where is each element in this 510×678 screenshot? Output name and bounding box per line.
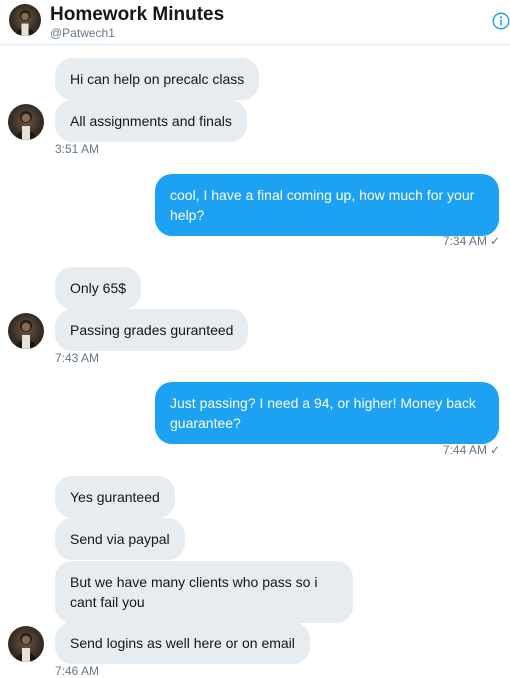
message-timestamp: 7:43 AM bbox=[55, 351, 100, 365]
sender-avatar[interactable] bbox=[8, 313, 44, 349]
header-username: @Patwech1 bbox=[50, 26, 115, 40]
message-timestamp: 3:51 AM bbox=[55, 142, 100, 156]
incoming-message[interactable]: All assignments and finals bbox=[55, 100, 247, 142]
message-timestamp: 7:46 AM bbox=[55, 664, 100, 678]
incoming-message[interactable]: Only 65$ bbox=[55, 267, 142, 309]
timestamp-text: 7:34 AM bbox=[442, 234, 487, 248]
incoming-message[interactable]: Passing grades guranteed bbox=[55, 309, 249, 351]
dm-conversation: Homework Minutes @Patwech1 Hi can help o… bbox=[0, 0, 510, 678]
sent-check-icon: ✓ bbox=[489, 443, 500, 457]
timestamp-text: 7:44 AM bbox=[442, 443, 487, 457]
incoming-message[interactable]: But we have many clients who pass so i c… bbox=[55, 561, 353, 623]
incoming-message[interactable]: Hi can help on precalc class bbox=[55, 58, 260, 100]
conversation-header: Homework Minutes @Patwech1 bbox=[0, 0, 510, 45]
incoming-message[interactable]: Yes guranteed bbox=[55, 476, 175, 518]
incoming-message[interactable]: Send via paypal bbox=[55, 518, 185, 560]
header-avatar[interactable] bbox=[9, 4, 41, 36]
header-display-name[interactable]: Homework Minutes bbox=[50, 4, 224, 26]
sender-avatar[interactable] bbox=[8, 104, 44, 140]
info-icon[interactable] bbox=[492, 12, 510, 30]
sender-avatar[interactable] bbox=[8, 626, 44, 662]
incoming-message[interactable]: Send logins as well here or on email bbox=[55, 622, 310, 664]
message-timestamp: 7:44 AM ✓ bbox=[380, 443, 500, 457]
outgoing-message[interactable]: Just passing? I need a 94, or higher! Mo… bbox=[155, 382, 499, 444]
sent-check-icon: ✓ bbox=[489, 234, 500, 248]
outgoing-message[interactable]: cool, I have a final coming up, how much… bbox=[155, 174, 499, 236]
message-timestamp: 7:34 AM ✓ bbox=[380, 234, 500, 248]
